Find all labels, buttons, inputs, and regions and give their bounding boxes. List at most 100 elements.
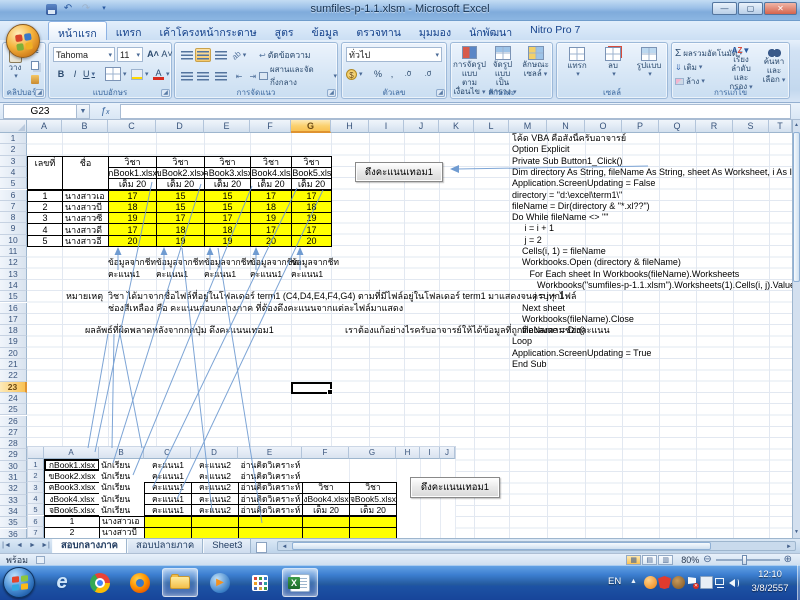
page-layout-view-button[interactable]: ▤ (642, 555, 657, 565)
align-right-button[interactable] (213, 69, 229, 83)
insert-function-icon[interactable]: ƒx (90, 106, 120, 117)
column-header-C[interactable]: C (108, 120, 156, 133)
row-header-26[interactable]: 26 (0, 416, 27, 427)
copy-button[interactable] (27, 59, 43, 71)
row-header-29[interactable]: 29 (0, 449, 27, 460)
column-header-H[interactable]: H (331, 120, 369, 133)
column-header-I[interactable]: I (369, 120, 404, 133)
worksheet-grid[interactable]: เลขที่ชื่อวิชากBook1.xlsxเต็ม 20วิชาขBoo… (0, 120, 792, 538)
office-button[interactable] (6, 24, 40, 58)
dialog-launcher-icon[interactable]: ◢ (436, 89, 445, 97)
row-header-18[interactable]: 18 (0, 325, 27, 336)
align-center-button[interactable] (195, 69, 211, 83)
cell-student-no[interactable]: 5 (27, 235, 63, 247)
row-header-21[interactable]: 21 (0, 359, 27, 370)
decrease-decimal-button[interactable]: .0⃗ (420, 67, 436, 81)
tray-expand-icon[interactable]: ▲ (630, 578, 637, 585)
column-header-M[interactable]: M (509, 120, 547, 133)
pull-scores-button-top[interactable]: ดึงคะแนนเทอม1 (355, 162, 443, 182)
row-header-24[interactable]: 24 (0, 393, 27, 404)
ribbon-tab-นักพัฒนา[interactable]: นักพัฒนา (460, 21, 521, 40)
ribbon-tab-แทรก[interactable]: แทรก (107, 21, 151, 40)
ribbon-tab-หน้าแรก[interactable]: หน้าแรก (48, 21, 107, 40)
column-header-T[interactable]: T (769, 120, 792, 133)
row-header-4[interactable]: 4 (0, 167, 27, 178)
ribbon-tab-สูตร[interactable]: สูตร (266, 21, 303, 40)
row-header-16[interactable]: 16 (0, 303, 27, 314)
sort-filter-button[interactable]: AZ▼ เรียงลำดับ และกรอง▾ (724, 47, 758, 92)
taskbar-firefox[interactable] (122, 568, 158, 597)
dialog-launcher-icon[interactable]: ◢ (327, 89, 336, 97)
format-cells-button[interactable]: รูปแบบ▾ (633, 47, 665, 79)
language-indicator[interactable]: EN (608, 576, 621, 587)
sheet-tab-สอบกลางภาค[interactable]: สอบกลางภาค (52, 539, 127, 553)
currency-button[interactable]: $▾ (346, 67, 363, 81)
row-header-8[interactable]: 8 (0, 212, 27, 223)
normal-view-button[interactable]: ▦ (626, 555, 641, 565)
ribbon-tab-มุมมอง[interactable]: มุมมอง (410, 21, 460, 40)
row-header-35[interactable]: 35 (0, 517, 27, 528)
column-header-L[interactable]: L (474, 120, 509, 133)
cell-score[interactable]: 20 (108, 235, 157, 247)
ribbon-tab-เค้าโครงหน้ากระดาษ[interactable]: เค้าโครงหน้ากระดาษ (150, 21, 265, 40)
font-color-button[interactable]: A▾ (153, 67, 170, 81)
fill-button[interactable]: ⇓ เติม▾ (675, 61, 702, 73)
column-header-A[interactable]: A (27, 120, 62, 133)
vertical-scrollbar[interactable]: ▲ ▼ (792, 120, 800, 538)
row-header-33[interactable]: 33 (0, 495, 27, 506)
first-sheet-icon[interactable]: |◄ (0, 539, 13, 553)
horizontal-scrollbar[interactable]: ◄ ► (277, 541, 796, 551)
orientation-button[interactable]: ab▾ (231, 48, 247, 62)
start-button[interactable] (3, 567, 35, 598)
column-header-N[interactable]: N (547, 120, 585, 133)
row-header-10[interactable]: 10 (0, 235, 27, 246)
align-top-button[interactable] (179, 48, 195, 62)
last-sheet-icon[interactable]: ►| (39, 539, 52, 553)
border-button[interactable]: ▾ (105, 67, 127, 81)
ribbon-tab-Nitro Pro 7[interactable]: Nitro Pro 7 (521, 21, 589, 40)
column-header-G[interactable]: G (291, 120, 331, 133)
find-select-button[interactable]: ค้นหาและ เลือก▾ (758, 47, 790, 85)
row-header-32[interactable]: 32 (0, 483, 27, 494)
column-header-P[interactable]: P (622, 120, 659, 133)
zoom-slider-thumb[interactable] (742, 555, 747, 565)
zoom-slider[interactable] (716, 559, 780, 561)
embedded-result-picture[interactable]: ABCDEFGHIJ1กBook1.xlsxนักเรียนคะแนน1คะแน… (28, 447, 455, 538)
macro-record-icon[interactable] (36, 556, 45, 564)
name-box[interactable]: G23 (3, 104, 77, 119)
row-header-5[interactable]: 5 (0, 178, 27, 189)
cell-no-header[interactable]: เลขที่ (27, 156, 63, 191)
column-header-E[interactable]: E (204, 120, 250, 133)
cell-score[interactable]: 20 (250, 235, 292, 247)
column-header-O[interactable]: O (585, 120, 622, 133)
row-header-36[interactable]: 36 (0, 529, 27, 539)
row-header-9[interactable]: 9 (0, 223, 27, 234)
close-button[interactable]: ✕ (764, 2, 797, 15)
zoom-in-icon[interactable]: ⊕ (784, 554, 792, 565)
merge-center-button[interactable]: ผสานและจัดกึ่งกลาง ▾ (259, 69, 337, 83)
pull-scores-button-bottom[interactable]: ดึงคะแนนเทอม1 (410, 477, 500, 498)
vertical-scroll-thumb[interactable] (793, 132, 800, 282)
comma-button[interactable]: , (384, 67, 400, 81)
ribbon-tab-ตรวจทาน[interactable]: ตรวจทาน (347, 21, 410, 40)
cell-name-header[interactable]: ชื่อ (62, 156, 109, 191)
delete-cells-button[interactable]: ลบ▾ (597, 47, 629, 79)
align-left-button[interactable] (179, 69, 195, 83)
select-all-corner[interactable] (0, 120, 27, 133)
tray-agent-icon[interactable] (672, 576, 685, 589)
cell-score[interactable]: 19 (204, 235, 251, 247)
column-header-R[interactable]: R (696, 120, 733, 133)
maximize-button[interactable]: ▢ (738, 2, 763, 15)
row-header-23[interactable]: 23 (0, 382, 27, 393)
row-header-15[interactable]: 15 (0, 291, 27, 302)
row-header-31[interactable]: 31 (0, 472, 27, 483)
format-painter-button[interactable] (27, 73, 43, 85)
page-break-view-button[interactable]: ▥ (658, 555, 673, 565)
column-header-S[interactable]: S (733, 120, 769, 133)
row-header-12[interactable]: 12 (0, 257, 27, 268)
row-header-13[interactable]: 13 (0, 269, 27, 280)
row-header-22[interactable]: 22 (0, 370, 27, 381)
dialog-launcher-icon[interactable]: ◢ (161, 89, 170, 97)
scroll-right-icon[interactable]: ► (783, 542, 795, 550)
row-header-14[interactable]: 14 (0, 280, 27, 291)
